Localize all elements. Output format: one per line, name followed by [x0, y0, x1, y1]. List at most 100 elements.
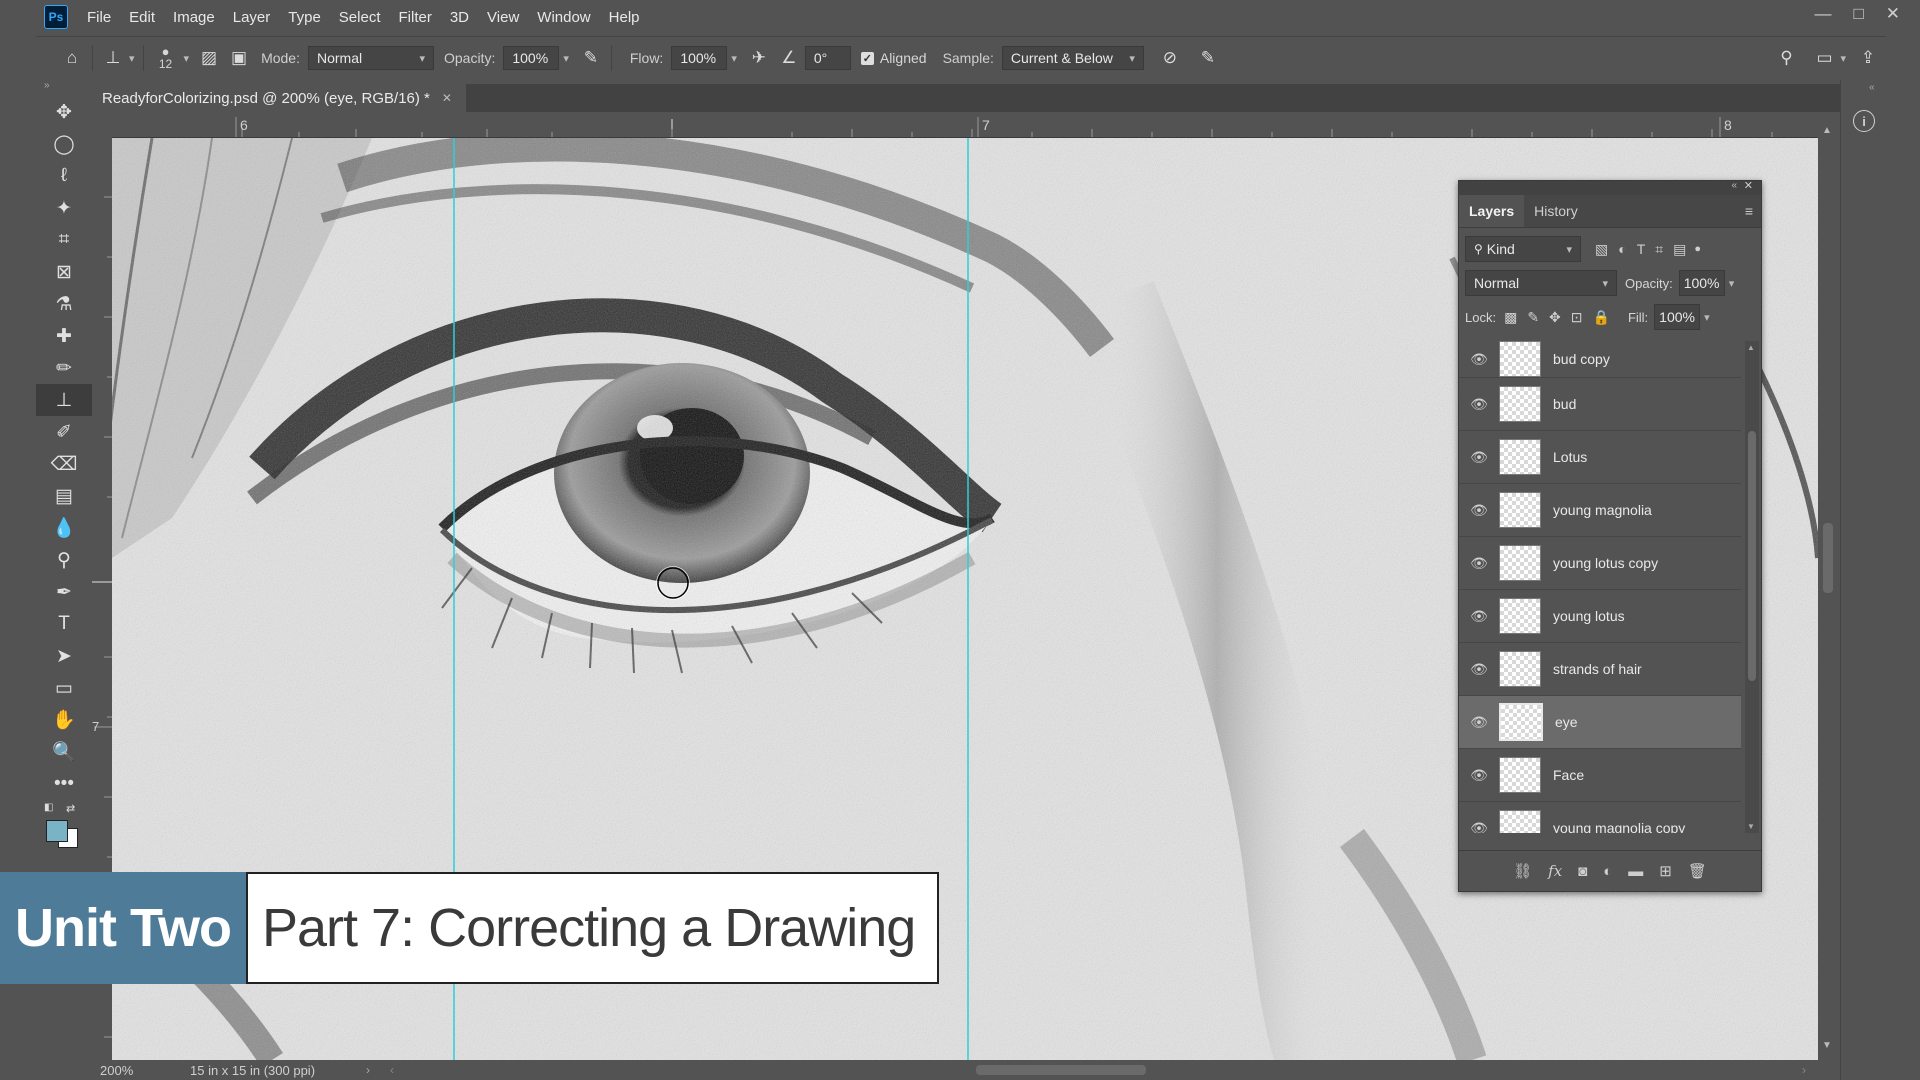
- scroll-right-icon[interactable]: ›: [1802, 1063, 1806, 1077]
- history-brush-icon[interactable]: ✐: [36, 416, 92, 448]
- more-tools-icon[interactable]: •••: [36, 768, 92, 800]
- crop-tool-icon[interactable]: ⌗: [36, 224, 92, 256]
- visibility-eye-icon[interactable]: 👁: [1459, 502, 1499, 519]
- scroll-down-icon[interactable]: ▼: [1822, 1040, 1832, 1051]
- layer-row[interactable]: 👁 young magnolia copy: [1459, 802, 1741, 833]
- delete-layer-icon[interactable]: 🗑: [1688, 862, 1707, 880]
- layer-row[interactable]: 👁 bud: [1459, 378, 1741, 431]
- chevron-down-icon[interactable]: ▾: [1729, 277, 1735, 290]
- menu-help[interactable]: Help: [600, 9, 649, 26]
- new-group-icon[interactable]: ▬: [1628, 863, 1643, 880]
- panel-menu-icon[interactable]: ≡: [1745, 203, 1753, 219]
- visibility-eye-icon[interactable]: 👁: [1459, 714, 1499, 731]
- new-layer-icon[interactable]: ⊞: [1659, 862, 1672, 880]
- rectangle-tool-icon[interactable]: ▭: [36, 672, 92, 704]
- filter-pixel-icon[interactable]: ▧: [1595, 241, 1608, 258]
- move-tool-icon[interactable]: ✥: [36, 96, 92, 128]
- layer-row[interactable]: 👁 Face: [1459, 749, 1741, 802]
- visibility-eye-icon[interactable]: 👁: [1459, 449, 1499, 466]
- status-menu-chevron-icon[interactable]: ›: [366, 1063, 370, 1077]
- zoom-level[interactable]: 200%: [92, 1063, 190, 1078]
- filter-type-icon[interactable]: T: [1637, 241, 1646, 257]
- close-tab-icon[interactable]: ✕: [442, 91, 452, 105]
- layer-row[interactable]: 👁 young lotus copy: [1459, 537, 1741, 590]
- path-selection-icon[interactable]: ➤: [36, 640, 92, 672]
- menu-view[interactable]: View: [478, 9, 528, 26]
- search-icon[interactable]: ⚲: [1774, 46, 1798, 70]
- close-panel-icon[interactable]: ✕: [1744, 179, 1753, 192]
- brush-settings-icon[interactable]: ▨: [197, 46, 221, 70]
- brush-size-picker[interactable]: ● 12: [152, 45, 180, 71]
- eyedropper-icon[interactable]: ⚗: [36, 288, 92, 320]
- type-tool-icon[interactable]: T: [36, 608, 92, 640]
- menu-select[interactable]: Select: [330, 9, 390, 26]
- clone-stamp-icon[interactable]: ⊥: [36, 384, 92, 416]
- vertical-scrollbar[interactable]: ▲ ▼: [1818, 115, 1838, 1060]
- clone-source-icon[interactable]: ▣: [227, 46, 251, 70]
- fx-icon[interactable]: fx: [1548, 862, 1562, 880]
- lock-all-icon[interactable]: 🔒: [1593, 309, 1610, 326]
- gradient-tool-icon[interactable]: ▤: [36, 480, 92, 512]
- layer-row[interactable]: 👁 strands of hair: [1459, 643, 1741, 696]
- pen-tool-icon[interactable]: ✒: [36, 576, 92, 608]
- layer-row[interactable]: 👁 young magnolia: [1459, 484, 1741, 537]
- minimize-button[interactable]: —: [1814, 4, 1831, 24]
- lock-position-icon[interactable]: ✥: [1549, 309, 1561, 326]
- menu-edit[interactable]: Edit: [120, 9, 164, 26]
- collapse-panel-icon[interactable]: «: [1731, 180, 1737, 191]
- chevron-down-icon[interactable]: ▾: [731, 52, 737, 65]
- filter-adjustment-icon[interactable]: ◐: [1618, 241, 1626, 257]
- menu-file[interactable]: File: [78, 9, 120, 26]
- visibility-eye-icon[interactable]: 👁: [1459, 661, 1499, 678]
- close-window-button[interactable]: ✕: [1886, 4, 1900, 24]
- aligned-checkbox[interactable]: ✓: [860, 51, 874, 65]
- zoom-tool-icon[interactable]: 🔍: [36, 736, 92, 768]
- collapse-dock-icon[interactable]: «: [1869, 82, 1875, 93]
- swap-colors-icon[interactable]: ⇄: [66, 802, 75, 815]
- menu-window[interactable]: Window: [528, 9, 599, 26]
- chevron-down-icon[interactable]: ▾: [1840, 52, 1846, 65]
- visibility-eye-icon[interactable]: 👁: [1459, 555, 1499, 572]
- horizontal-scroll-thumb[interactable]: [976, 1065, 1146, 1075]
- scroll-left-icon[interactable]: ‹: [390, 1063, 394, 1077]
- visibility-eye-icon[interactable]: 👁: [1459, 767, 1499, 784]
- filter-shape-icon[interactable]: ⌗: [1655, 241, 1663, 258]
- chevron-down-icon[interactable]: ▾: [129, 52, 135, 65]
- dodge-tool-icon[interactable]: ⚲: [36, 544, 92, 576]
- tab-layers[interactable]: Layers: [1459, 195, 1525, 227]
- adjustment-layer-icon[interactable]: ◐: [1603, 863, 1612, 880]
- lock-image-icon[interactable]: ✎: [1527, 309, 1539, 326]
- default-colors-icon[interactable]: ◧: [44, 802, 53, 813]
- link-layers-icon[interactable]: ⛓: [1513, 862, 1532, 880]
- blur-tool-icon[interactable]: 💧: [36, 512, 92, 544]
- tab-history[interactable]: History: [1524, 195, 1588, 227]
- sample-select[interactable]: Current & Below ▾: [1001, 46, 1144, 70]
- menu-filter[interactable]: Filter: [390, 9, 441, 26]
- document-tab[interactable]: ReadyforColorizing.psd @ 200% (eye, RGB/…: [92, 84, 466, 112]
- lock-transparent-icon[interactable]: ▩: [1504, 309, 1517, 326]
- layer-row[interactable]: 👁 Lotus: [1459, 431, 1741, 484]
- add-mask-icon[interactable]: ◙: [1578, 863, 1587, 880]
- layer-row[interactable]: 👁 bud copy: [1459, 341, 1741, 378]
- info-icon[interactable]: i: [1853, 110, 1875, 132]
- visibility-eye-icon[interactable]: 👁: [1459, 820, 1499, 834]
- opacity-input[interactable]: 100%: [503, 46, 560, 70]
- layer-scroll-thumb[interactable]: [1748, 431, 1756, 681]
- scroll-thumb[interactable]: [1823, 523, 1833, 593]
- foreground-color-swatch[interactable]: [46, 820, 68, 842]
- magic-wand-icon[interactable]: ✦: [36, 192, 92, 224]
- menu-layer[interactable]: Layer: [224, 9, 280, 26]
- angle-input[interactable]: 0°: [804, 46, 851, 70]
- filter-smart-object-icon[interactable]: ▤: [1673, 241, 1686, 258]
- layer-opacity-input[interactable]: 100%: [1678, 270, 1725, 296]
- blend-mode-select[interactable]: Normal ▾: [1465, 270, 1617, 296]
- layer-list-scrollbar[interactable]: ▲ ▼: [1745, 341, 1759, 833]
- visibility-eye-icon[interactable]: 👁: [1459, 351, 1499, 368]
- filter-toggle-icon[interactable]: ●: [1694, 243, 1701, 255]
- layer-row[interactable]: 👁 eye: [1459, 696, 1741, 749]
- ignore-adjustment-icon[interactable]: ⊘: [1158, 46, 1182, 70]
- visibility-eye-icon[interactable]: 👁: [1459, 608, 1499, 625]
- eraser-icon[interactable]: ⌫: [36, 448, 92, 480]
- layer-row[interactable]: 👁 young lotus: [1459, 590, 1741, 643]
- filter-kind-select[interactable]: ⚲ Kind ▾: [1465, 236, 1581, 262]
